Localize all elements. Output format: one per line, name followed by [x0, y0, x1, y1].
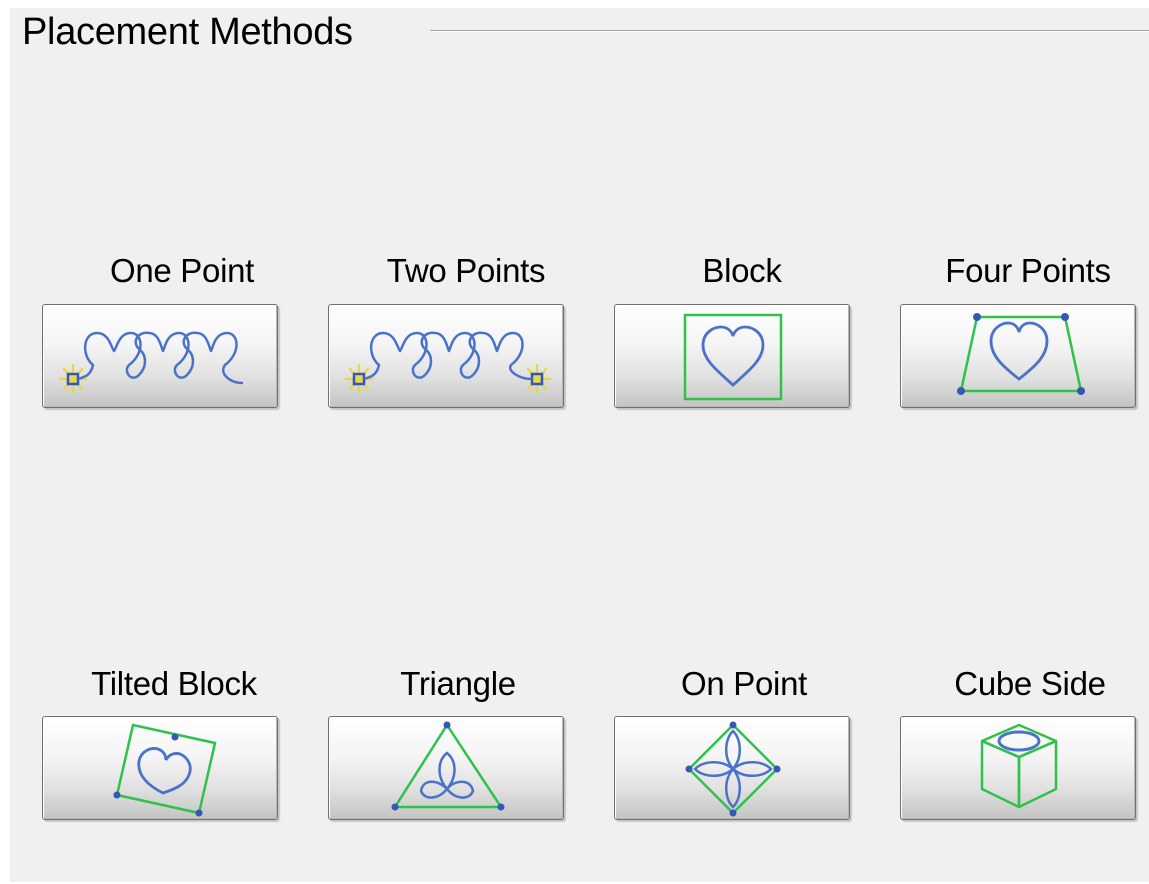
triangle-button[interactable] — [328, 716, 564, 820]
cube-side-label: Cube Side — [954, 665, 1106, 702]
one-point-label: One Point — [109, 252, 255, 289]
block-icon — [683, 313, 783, 401]
on-point-icon — [685, 721, 781, 817]
triangle-icon — [391, 721, 505, 811]
block-label: Block — [702, 252, 782, 289]
triangle-label: Triangle — [400, 665, 516, 702]
one-point-icon — [58, 331, 244, 394]
one-point-button[interactable] — [42, 304, 278, 408]
tilted-block-icon — [113, 723, 217, 817]
cube-side-button[interactable] — [900, 716, 1136, 820]
two-points-icon — [344, 331, 552, 394]
tilted-block-button[interactable] — [42, 716, 278, 820]
tilted-block-label: Tilted Block — [91, 665, 257, 702]
on-point-button[interactable] — [614, 716, 850, 820]
placement-methods-group: Placement Methods One Point Two Points B… — [10, 8, 1149, 882]
block-button[interactable] — [614, 304, 850, 408]
two-points-label: Two Points — [386, 252, 546, 289]
two-points-button[interactable] — [328, 304, 564, 408]
group-title: Placement Methods — [22, 11, 359, 54]
four-points-icon — [957, 313, 1085, 395]
on-point-label: On Point — [680, 665, 807, 702]
four-points-label: Four Points — [945, 252, 1111, 289]
group-divider — [430, 30, 1149, 32]
four-points-button[interactable] — [900, 304, 1136, 408]
cube-side-icon — [980, 723, 1058, 809]
